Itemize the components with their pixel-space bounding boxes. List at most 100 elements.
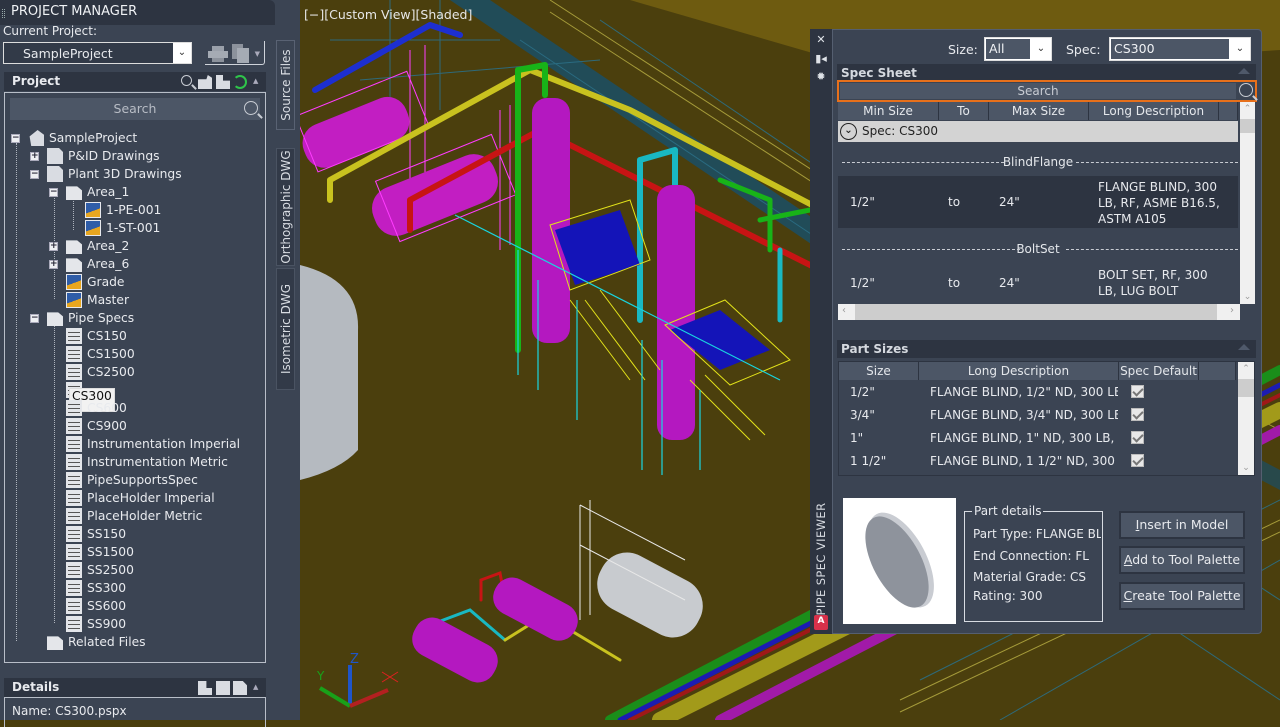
spec-grid-vertical-scrollbar[interactable]: ⌃ ⌄ xyxy=(1240,102,1255,304)
collapse-toggle-icon[interactable]: − xyxy=(11,133,20,143)
search-icon[interactable] xyxy=(244,100,258,122)
part-size-row[interactable]: 1" FLANGE BLIND, 1" ND, 300 LB, RF, A xyxy=(839,428,1236,451)
chevron-down-icon[interactable]: ⌄ xyxy=(840,123,857,140)
spec-search-field[interactable]: Search xyxy=(837,80,1257,102)
scrollbar-thumb[interactable] xyxy=(1238,379,1254,397)
tree-item-spec[interactable]: SS300 xyxy=(66,579,128,597)
tree-item-spec[interactable]: CS600 xyxy=(66,399,129,417)
tree-item-spec[interactable]: CS900 xyxy=(66,417,129,435)
expand-toggle-icon[interactable]: + xyxy=(49,259,58,269)
spec-default-checkbox[interactable] xyxy=(1131,454,1144,467)
scroll-up-icon[interactable]: ⌃ xyxy=(1240,104,1255,114)
caret-down-icon[interactable]: ▼ xyxy=(255,50,260,58)
new-drawing-icon[interactable] xyxy=(198,75,212,89)
tree-item-spec[interactable]: SS150 xyxy=(66,525,128,543)
scrollbar-thumb[interactable] xyxy=(1240,119,1255,133)
column-header-max-size[interactable]: Max Size xyxy=(989,102,1089,120)
copy-drawing-icon[interactable] xyxy=(216,75,230,89)
scroll-down-icon[interactable]: ⌄ xyxy=(1238,463,1254,473)
spec-row[interactable]: 1/2" to 24" BOLT SET, RF, 300 LB, LUG BO… xyxy=(838,263,1238,303)
spec-dropdown[interactable]: CS300 ⌄ xyxy=(1109,37,1251,61)
chevron-down-icon[interactable]: ⌄ xyxy=(173,43,191,63)
tree-item-spec[interactable]: SS1500 xyxy=(66,543,136,561)
collapse-section-icon[interactable] xyxy=(1238,344,1250,350)
preview-icon[interactable] xyxy=(216,681,230,695)
project-search-input[interactable]: Search xyxy=(10,98,260,120)
part-size-row[interactable]: 1/2" FLANGE BLIND, 1/2" ND, 300 LB, RF xyxy=(839,382,1236,405)
copy-files-icon[interactable] xyxy=(232,44,250,63)
collapse-toggle-icon[interactable]: − xyxy=(30,313,39,323)
tree-item-spec[interactable]: CS2500 xyxy=(66,363,137,381)
tree-item-related-files[interactable]: Related Files xyxy=(47,633,148,651)
tree-item-area-1[interactable]: − Area_1 xyxy=(49,183,131,201)
tree-item-pipe-specs[interactable]: − Pipe Specs xyxy=(30,309,136,327)
print-icon[interactable] xyxy=(208,46,228,62)
tree-item-spec[interactable]: CS1500 xyxy=(66,345,137,363)
tab-orthographic-dwg[interactable]: Orthographic DWG xyxy=(276,148,295,266)
collapse-section-icon[interactable] xyxy=(1238,68,1250,74)
spec-default-checkbox[interactable] xyxy=(1131,385,1144,398)
spec-row[interactable]: 1/2" to 24" FLANGE BLIND, 300 LB, RF, AS… xyxy=(838,176,1238,228)
expand-toggle-icon[interactable]: + xyxy=(30,151,39,161)
scrollbar-thumb[interactable] xyxy=(855,304,1217,320)
scroll-left-icon[interactable]: ‹ xyxy=(842,305,846,316)
spec-default-checkbox[interactable] xyxy=(1131,408,1144,421)
tree-item-grade[interactable]: Grade xyxy=(66,273,127,291)
tree-item-spec[interactable]: PipeSupportsSpec xyxy=(66,471,200,489)
tree-item-plant-3d-drawings[interactable]: − Plant 3D Drawings xyxy=(30,165,184,183)
part-sizes-vertical-scrollbar[interactable]: ⌃ ⌄ xyxy=(1238,362,1254,475)
tree-item-spec[interactable]: SS2500 xyxy=(66,561,136,579)
tree-item-spec[interactable]: CS150 xyxy=(66,327,129,345)
tree-item-spec[interactable]: CS300 xyxy=(66,381,115,412)
refresh-icon[interactable] xyxy=(233,75,247,89)
expand-toggle-icon[interactable]: + xyxy=(49,241,58,251)
tree-item-area-2[interactable]: + Area_2 xyxy=(49,237,131,255)
auto-hide-icon[interactable]: ▮◂ xyxy=(815,53,827,65)
tree-item-spec[interactable]: SS900 xyxy=(66,615,128,633)
file-info-icon[interactable] xyxy=(198,681,212,695)
part-sizes-header[interactable]: Part Sizes xyxy=(837,340,1256,358)
tree-item-sampleproject[interactable]: − SampleProject xyxy=(11,129,139,147)
close-icon[interactable]: ✕ xyxy=(815,34,827,46)
collapse-section-icon[interactable]: ▲ xyxy=(253,77,267,91)
palette-vertical-title[interactable]: PIPE SPEC VIEWER xyxy=(813,503,829,616)
spec-default-checkbox[interactable] xyxy=(1131,431,1144,444)
tree-item-area-6[interactable]: + Area_6 xyxy=(49,255,131,273)
tab-source-files[interactable]: Source Files xyxy=(276,40,295,130)
grip-icon[interactable] xyxy=(2,9,5,18)
spec-group-row[interactable]: ⌄ Spec: CS300 xyxy=(838,121,1238,142)
scroll-up-icon[interactable]: ⌃ xyxy=(1238,364,1254,374)
spec-grid-horizontal-scrollbar[interactable]: ‹ › xyxy=(838,304,1240,320)
collapse-toggle-icon[interactable]: − xyxy=(30,169,39,179)
history-icon[interactable] xyxy=(233,681,247,695)
search-icon[interactable] xyxy=(1239,83,1253,100)
tree-item-1-st-001[interactable]: 1-ST-001 xyxy=(85,219,162,237)
search-icon[interactable] xyxy=(181,75,195,89)
spec-search-input[interactable]: Search xyxy=(840,83,1236,99)
collapse-section-icon[interactable]: ▲ xyxy=(253,683,267,697)
current-project-dropdown[interactable]: SampleProject ⌄ xyxy=(3,42,192,64)
tree-item-spec[interactable]: Instrumentation Metric xyxy=(66,453,230,471)
scroll-down-icon[interactable]: ⌄ xyxy=(1240,292,1255,302)
chevron-down-icon[interactable]: ⌄ xyxy=(1230,38,1250,60)
palette-title-bar[interactable]: PROJECT MANAGER xyxy=(0,0,275,25)
tree-item-1-pe-001[interactable]: 1-PE-001 xyxy=(85,201,163,219)
tree-item-spec[interactable]: PlaceHolder Imperial xyxy=(66,489,217,507)
tree-item-pid-drawings[interactable]: + P&ID Drawings xyxy=(30,147,162,165)
viewport-controls-label[interactable]: [−][Custom View][Shaded] xyxy=(304,7,472,22)
collapse-toggle-icon[interactable]: − xyxy=(49,187,58,197)
part-size-row[interactable]: 3/4" FLANGE BLIND, 3/4" ND, 300 LB, RF xyxy=(839,405,1236,428)
size-dropdown[interactable]: All ⌄ xyxy=(984,37,1052,61)
tab-isometric-dwg[interactable]: Isometric DWG xyxy=(276,268,295,390)
create-tool-palette-button[interactable]: Create Tool Palette xyxy=(1119,582,1245,610)
insert-in-model-button[interactable]: Insert in Model xyxy=(1119,511,1245,539)
properties-icon[interactable]: ✹ xyxy=(815,71,827,83)
tree-item-spec[interactable]: PlaceHolder Metric xyxy=(66,507,204,525)
chevron-down-icon[interactable]: ⌄ xyxy=(1031,38,1051,60)
add-to-tool-palette-button[interactable]: Add to Tool Palette xyxy=(1119,546,1245,574)
column-header-to[interactable]: To xyxy=(939,102,989,120)
part-size-row[interactable]: 1 1/2" FLANGE BLIND, 1 1/2" ND, 300 LB, F xyxy=(839,451,1236,474)
tree-item-master[interactable]: Master xyxy=(66,291,131,309)
column-header-size[interactable]: Size xyxy=(839,362,919,380)
column-header-long-description[interactable]: Long Description xyxy=(919,362,1119,380)
